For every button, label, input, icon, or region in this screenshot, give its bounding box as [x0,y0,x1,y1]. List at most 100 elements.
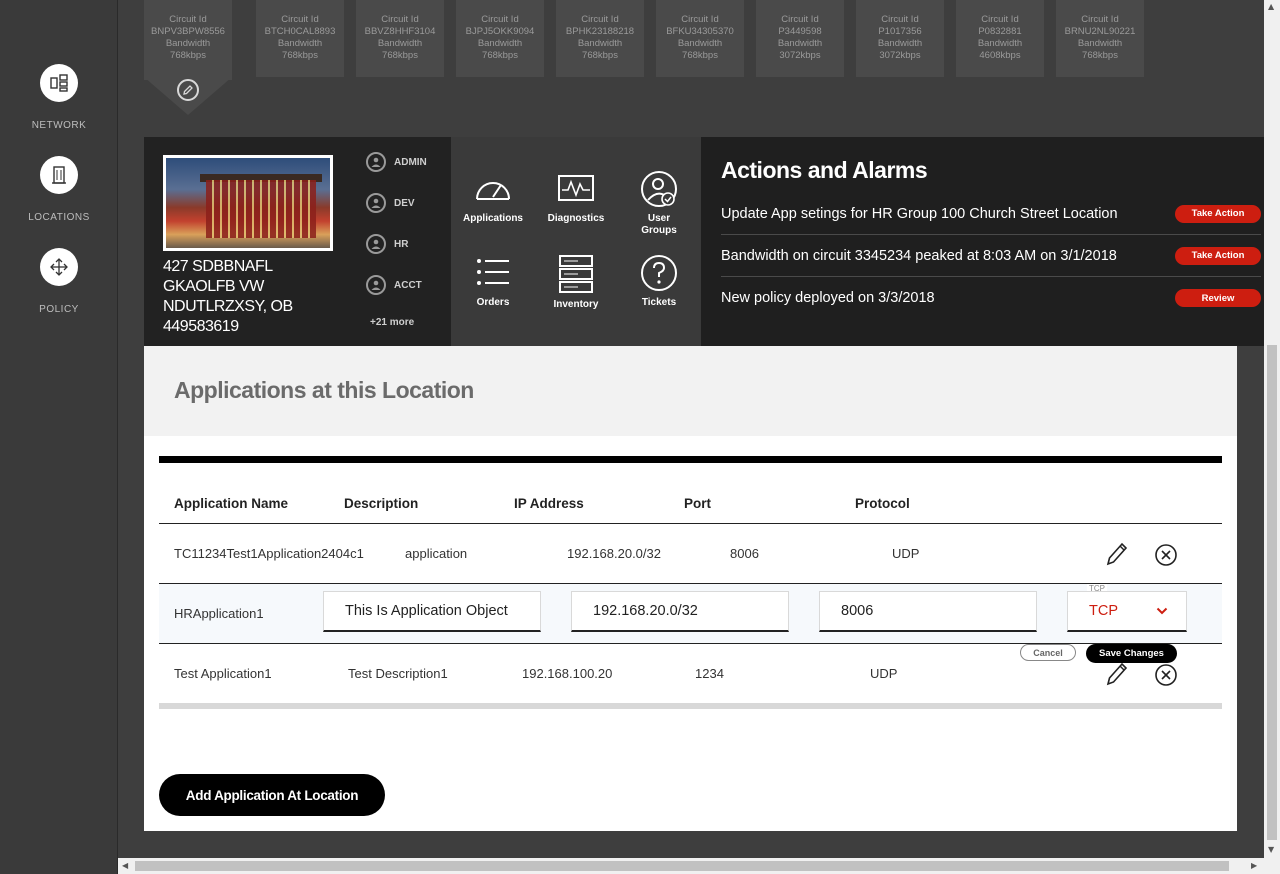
vertical-scroll-thumb[interactable] [1267,345,1277,840]
tile-tickets[interactable]: Tickets [619,255,699,309]
bandwidth-value: 768kbps [282,50,318,61]
tile-label: Orders [476,297,510,308]
circuit-id: BTCH0CAL8893 [264,26,336,37]
circuit-id: P0832881 [978,26,1022,37]
tile-label: Applications [462,213,523,224]
user-groups-icon [641,171,677,207]
table-bottom-rule [159,703,1222,709]
cell-app-name: Test Application1 [174,666,272,681]
group-item-acct[interactable]: ACCT [366,275,422,295]
tile-inventory[interactable]: Inventory [536,255,616,311]
table-row: TC11234Test1Application2404c1 applicatio… [159,523,1222,583]
circuit-id: BRNU2NL90221 [1064,26,1136,37]
circuit-id: P3449598 [778,26,822,37]
address-line: 449583619 [163,318,239,335]
header-description: Description [344,496,419,511]
tile-label: Inventory [553,299,599,310]
circuit-card[interactable]: Circuit Id P3449598 Bandwidth 3072kbps [756,0,844,77]
group-label: HR [394,238,409,250]
description-field[interactable]: This Is Application Object [323,591,541,632]
horizontal-scrollbar[interactable]: ◀ ▶ [118,858,1264,874]
delete-circle-icon[interactable] [1154,663,1178,687]
bandwidth-label: Bandwidth [677,38,723,49]
tile-applications[interactable]: Applications [453,171,533,225]
circuit-id: BBVZ8HHF3104 [364,26,436,37]
more-groups-link[interactable]: +21 more [370,317,414,328]
bandwidth-value: 768kbps [382,50,418,61]
edit-pencil-icon[interactable] [1105,661,1129,687]
tile-orders[interactable]: Orders [453,255,533,309]
tile-label: User Groups [641,213,677,236]
take-action-button[interactable]: Take Action [1175,204,1261,223]
review-button[interactable]: Review [1175,289,1261,307]
table-row-editing: HRApplication1 This Is Application Objec… [159,583,1222,643]
delete-circle-icon[interactable] [1154,543,1178,567]
take-action-button[interactable]: Take Action [1175,246,1261,265]
cell-ip: 192.168.100.20 [522,666,613,681]
user-icon [366,275,386,295]
circuit-id-label: Circuit Id [581,14,619,25]
scroll-right-arrow-icon[interactable]: ▶ [1251,861,1257,870]
circuit-card[interactable]: Circuit Id BRNU2NL90221 Bandwidth 768kbp… [1056,0,1144,77]
edit-circuit-icon[interactable] [177,79,199,101]
circuit-id-label: Circuit Id [781,14,819,25]
protocol-select[interactable]: TCP [1067,591,1187,632]
diagnostics-icon [558,175,594,201]
group-item-admin[interactable]: ADMIN [366,152,427,172]
user-icon [366,152,386,172]
group-label: ADMIN [394,156,427,168]
bandwidth-label: Bandwidth [277,38,323,49]
ip-address-field[interactable]: 192.168.20.0/32 [571,591,789,632]
cell-app-name: HRApplication1 [174,606,264,621]
horizontal-scroll-thumb[interactable] [135,861,1229,871]
circuit-id: BJPJ5OKK9094 [465,26,535,37]
save-changes-button[interactable]: Save Changes [1086,644,1177,663]
tile-diagnostics[interactable]: Diagnostics [536,171,616,225]
nav-item-network[interactable]: NETWORK [0,64,118,131]
circuit-card[interactable]: Circuit Id P0832881 Bandwidth 4608kbps [956,0,1044,77]
bandwidth-value: 3072kbps [879,50,921,61]
alarm-text: Bandwidth on circuit 3345234 peaked at 8… [721,247,1117,264]
header-port: Port [684,496,711,511]
scroll-left-arrow-icon[interactable]: ◀ [122,861,128,870]
nav-item-policy[interactable]: POLICY [0,248,118,315]
address-line: NDUTLRZXSY, OB [163,298,293,315]
scrollbar-corner [1264,858,1280,874]
circuit-card[interactable]: Circuit Id BFKU34305370 Bandwidth 768kbp… [656,0,744,77]
port-field[interactable]: 8006 [819,591,1037,632]
circuit-card[interactable]: Circuit Id BPHK23188218 Bandwidth 768kbp… [556,0,644,77]
group-item-hr[interactable]: HR [366,234,408,254]
circuit-id: P1017356 [878,26,922,37]
edit-pencil-icon[interactable] [1105,541,1129,567]
left-nav: NETWORK LOCATIONS POLICY [0,0,118,874]
header-ip-address: IP Address [514,496,584,511]
circuit-card[interactable]: Circuit Id BTCH0CAL8893 Bandwidth 768kbp… [256,0,344,77]
tile-user-groups[interactable]: User Groups [619,171,699,237]
location-panel: 427 SDBBNAFL GKAOLFB VW NDUTLRZXSY, OB 4… [144,137,451,346]
bandwidth-label: Bandwidth [377,38,423,49]
circuit-id-label: Circuit Id [169,14,207,25]
circuit-id: BNPV3BPW8556 [151,26,225,37]
cell-ip: 192.168.20.0/32 [567,546,661,561]
user-icon [366,193,386,213]
bandwidth-label: Bandwidth [777,38,823,49]
vertical-scrollbar[interactable]: ▲ ▼ [1264,0,1280,858]
circuit-card[interactable]: Circuit Id BJPJ5OKK9094 Bandwidth 768kbp… [456,0,544,77]
cell-protocol: UDP [870,666,898,681]
protocol-selected-value: TCP [1089,603,1118,619]
circuit-id-label: Circuit Id [981,14,1019,25]
circuit-id: BPHK23188218 [565,26,635,37]
circuit-card[interactable]: Circuit Id BBVZ8HHF3104 Bandwidth 768kbp… [356,0,444,77]
scroll-up-arrow-icon[interactable]: ▲ [1268,2,1274,11]
bandwidth-value: 768kbps [682,50,718,61]
circuit-card[interactable]: Circuit Id BNPV3BPW8556 Bandwidth 768kbp… [144,0,232,80]
bandwidth-value: 768kbps [1082,50,1118,61]
group-label: ACCT [394,279,422,291]
server-icon [559,255,593,293]
group-item-dev[interactable]: DEV [366,193,415,213]
cancel-button[interactable]: Cancel [1020,644,1076,661]
add-application-button[interactable]: Add Application At Location [159,774,385,816]
nav-item-locations[interactable]: LOCATIONS [0,156,118,223]
circuit-card[interactable]: Circuit Id P1017356 Bandwidth 3072kbps [856,0,944,77]
scroll-down-arrow-icon[interactable]: ▼ [1268,845,1274,854]
